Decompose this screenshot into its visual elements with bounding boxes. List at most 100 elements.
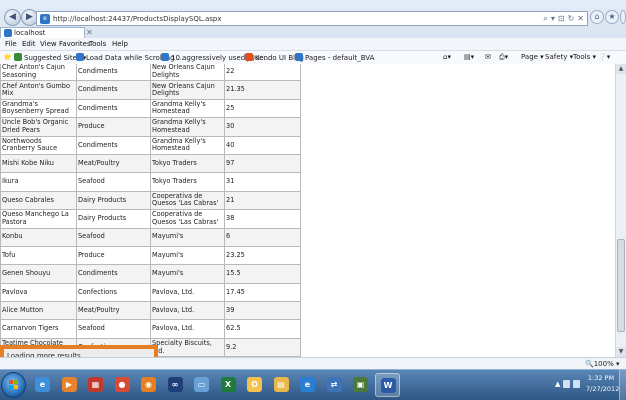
menu-tools[interactable]: Tools (89, 40, 106, 48)
scroll-thumb[interactable] (617, 239, 625, 332)
network-icon[interactable] (563, 380, 570, 388)
menu-favorites[interactable]: Favorites (59, 40, 91, 48)
price-cell: 6 (224, 227, 301, 247)
word-icon[interactable]: W (374, 373, 400, 397)
show-desktop-button[interactable] (619, 370, 626, 400)
category-cell: Confections (76, 282, 151, 303)
product-name-cell: Carnarvon Tigers (0, 319, 77, 339)
chrome-icon[interactable]: ● (110, 373, 135, 397)
window-icon[interactable]: ▭ (189, 373, 214, 397)
search-icon[interactable]: ⌕ (543, 14, 547, 23)
folder-icon[interactable]: ▤ (269, 373, 294, 397)
media-player-icon-glyph: ▶ (61, 377, 77, 392)
menu-file[interactable]: File (5, 40, 17, 48)
visual-studio-icon-glyph: ∞ (167, 377, 183, 392)
favorites-star-icon[interactable]: ⭐ (3, 53, 12, 61)
scroll-down-icon[interactable]: ▼ (616, 347, 626, 357)
dropdown-icon[interactable]: ▾ (551, 14, 555, 23)
internet-explorer-icon[interactable]: e (295, 373, 320, 397)
volume-icon[interactable] (573, 380, 580, 388)
clock[interactable]: 1:32 PM 7/27/2012 (586, 373, 619, 395)
category-cell: Dairy Products (76, 209, 151, 229)
media-player-icon[interactable]: ▶ (57, 373, 82, 397)
table-row: Queso Cabrales Dairy Products Cooperativa … (0, 190, 301, 211)
address-bar[interactable]: e http://localhost:24437/ProductsDisplay… (36, 11, 588, 26)
product-name-cell: Pavlova (0, 282, 77, 303)
page-menu[interactable]: Page ▾ (521, 53, 544, 61)
word-icon-glyph: W (380, 378, 396, 393)
product-name-cell: Konbu (0, 227, 77, 247)
table-row: Genen Shouyu Condiments Mayumi's 15.5 (0, 264, 301, 284)
remote-desktop-icon-glyph: ⇄ (326, 377, 342, 392)
product-name-cell: Grandma's Boysenberry Spread (0, 98, 77, 119)
price-cell: 38 (224, 209, 301, 229)
outlook-icon[interactable]: O (242, 373, 267, 397)
excel-icon-glyph: X (220, 377, 236, 392)
table-row: Ikura Seafood Tokyo Traders 31 (0, 172, 301, 192)
url-text[interactable]: http://localhost:24437/ProductsDisplaySQ… (53, 15, 221, 23)
compat-icon[interactable]: ⊡ (558, 14, 565, 23)
favorites-star-icon[interactable]: ★ (605, 10, 619, 24)
address-tools: ⌕ ▾ ⊡ ↻ ✕ (540, 14, 584, 24)
product-name-cell: Genen Shouyu (0, 264, 77, 284)
visual-studio-icon[interactable]: ∞ (163, 373, 188, 397)
supplier-cell: Pavlova, Ltd. (150, 319, 225, 339)
menu-edit[interactable]: Edit (22, 40, 36, 48)
gear-icon[interactable] (620, 10, 626, 24)
price-cell: 31 (224, 172, 301, 192)
tools-menu[interactable]: Tools ▾ (573, 53, 596, 61)
tab-label: localhost (14, 29, 46, 37)
help-icon[interactable]: ❔▾ (598, 53, 610, 61)
price-cell: 22 (224, 64, 301, 82)
back-button[interactable]: ◀ (4, 9, 21, 26)
screen-icon[interactable]: ▣ (348, 373, 373, 397)
page-favicon-icon: e (40, 14, 50, 24)
firefox-icon-glyph: ◉ (141, 377, 156, 392)
feeds-icon[interactable]: ▤▾ (464, 53, 474, 61)
page-icon (295, 53, 303, 61)
category-cell: Condiments (76, 264, 151, 284)
price-cell: 62.5 (224, 319, 301, 339)
product-name-cell: Chef Anton's Gumbo Mix (0, 80, 77, 100)
window-icon-glyph: ▭ (194, 377, 209, 392)
print-icon[interactable]: ⎙▾ (499, 53, 508, 62)
start-button[interactable] (1, 372, 26, 398)
fav-pages-default[interactable]: Pages - default_BVA (295, 53, 374, 62)
supplier-cell: Tokyo Traders (150, 172, 225, 192)
home-icon[interactable]: ⌂ (590, 10, 604, 24)
remote-desktop-icon[interactable]: ⇄ (322, 373, 347, 397)
product-name-cell: Tofu (0, 245, 77, 266)
price-cell: 15.5 (224, 264, 301, 284)
supplier-cell: Cooperativa de Quesos 'Las Cabras' (150, 209, 225, 229)
price-cell: 21.35 (224, 80, 301, 100)
menu-view[interactable]: View (40, 40, 57, 48)
table-row: Mishi Kobe Niku Meat/Poultry Tokyo Traders… (0, 153, 301, 174)
system-tray[interactable] (563, 380, 583, 390)
refresh-icon[interactable]: ↻ (568, 14, 575, 23)
tray-expand-icon[interactable]: ▲ (555, 380, 560, 388)
supplier-cell: Grandma Kelly's Homestead (150, 98, 225, 119)
app-icon[interactable]: ▦ (83, 373, 108, 397)
table-row: Konbu Seafood Mayumi's 6 (0, 227, 301, 247)
firefox-icon[interactable]: ◉ (136, 373, 161, 397)
close-tab-icon[interactable]: ✕ (86, 28, 93, 37)
scroll-up-icon[interactable]: ▲ (616, 64, 626, 74)
menu-help[interactable]: Help (112, 40, 128, 48)
kendo-icon (245, 53, 253, 61)
supplier-cell: Mayumi's (150, 245, 225, 266)
table-row: Northwoods Cranberry Sauce Condiments Gran… (0, 135, 301, 155)
page-icon (161, 53, 169, 61)
outlook-icon-glyph: O (247, 377, 262, 392)
suggested-sites-icon (14, 53, 22, 61)
home-command-icon[interactable]: ⌂▾ (443, 53, 451, 61)
vertical-scrollbar[interactable]: ▲ ▼ (615, 64, 626, 357)
zoom-control[interactable]: 🔍100% ▾ (585, 360, 619, 368)
price-cell: 23.25 (224, 245, 301, 266)
mail-icon[interactable]: ✉ (485, 53, 491, 61)
excel-icon[interactable]: X (216, 373, 241, 397)
product-name-cell: Alice Mutton (0, 301, 77, 321)
safety-menu[interactable]: Safety ▾ (545, 53, 573, 61)
stop-icon[interactable]: ✕ (577, 14, 584, 23)
table-row: Chef Anton's Gumbo Mix Condiments New Orle… (0, 80, 301, 100)
ie-icon[interactable]: e (30, 373, 55, 397)
